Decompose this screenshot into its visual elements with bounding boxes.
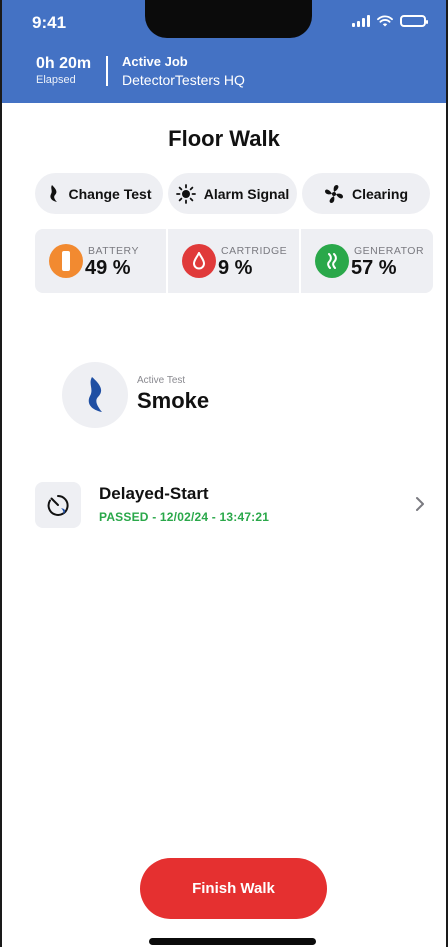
- battery-label: BATTERY: [88, 245, 139, 257]
- home-indicator: [149, 938, 316, 945]
- header-divider: [106, 56, 108, 86]
- device-notch: [145, 0, 312, 38]
- timer-icon: [47, 494, 69, 516]
- clearing-button[interactable]: Clearing: [302, 173, 430, 214]
- active-job-label: Active Job: [122, 54, 188, 69]
- timer-icon-box: [35, 482, 81, 528]
- clearing-label: Clearing: [351, 185, 408, 202]
- battery-value: 49 %: [85, 257, 131, 279]
- battery-stat: BATTERY 49 %: [35, 229, 166, 293]
- elapsed-value: 0h 20m: [36, 55, 92, 72]
- active-test-value: Smoke: [137, 388, 210, 413]
- wifi-icon: [377, 15, 393, 27]
- cartridge-stat: CARTRIDGE 9 %: [168, 229, 299, 293]
- cartridge-label: CARTRIDGE: [221, 245, 288, 257]
- header-bar: 9:41 0h 20m Elapsed Active Job DetectorT…: [2, 0, 446, 103]
- signal-icon: [352, 15, 370, 27]
- change-test-button[interactable]: Change Test: [35, 173, 163, 214]
- alarm-signal-button[interactable]: Alarm Signal: [168, 173, 297, 214]
- active-job-name[interactable]: DetectorTesters HQ: [122, 72, 245, 88]
- result-status: PASSED - 12/02/24 - 13:47:21: [99, 510, 270, 524]
- smoke-icon: [88, 377, 102, 412]
- sun-icon: [175, 183, 196, 204]
- cartridge-value: 9 %: [218, 257, 253, 279]
- alarm-signal-label: Alarm Signal: [203, 185, 290, 202]
- flame-icon: [49, 184, 57, 202]
- generator-label: GENERATOR: [354, 245, 425, 257]
- result-title: Delayed-Start: [99, 484, 209, 503]
- generator-stat: GENERATOR 57 %: [301, 229, 433, 293]
- change-test-label: Change Test: [68, 185, 152, 202]
- chevron-right-icon[interactable]: [415, 496, 425, 512]
- elapsed-label: Elapsed: [36, 74, 76, 86]
- drop-icon: [182, 244, 216, 278]
- test-result-row[interactable]: Delayed-Start PASSED - 12/02/24 - 13:47:…: [30, 478, 430, 538]
- active-test-icon-circle: [62, 362, 128, 428]
- status-time: 9:41: [32, 13, 67, 32]
- finish-walk-button[interactable]: Finish Walk: [140, 858, 327, 919]
- page-title: Floor Walk: [168, 126, 280, 151]
- status-battery-icon: [400, 15, 428, 27]
- battery-icon: [49, 244, 83, 278]
- flame-icon: [315, 244, 349, 278]
- generator-value: 57 %: [351, 257, 397, 279]
- device-stats-panel: BATTERY 49 % CARTRIDGE 9 % GENERATOR 57 …: [35, 229, 433, 293]
- status-icons: [352, 15, 428, 27]
- fan-icon: [324, 184, 343, 203]
- active-test-label: Active Test: [137, 375, 186, 386]
